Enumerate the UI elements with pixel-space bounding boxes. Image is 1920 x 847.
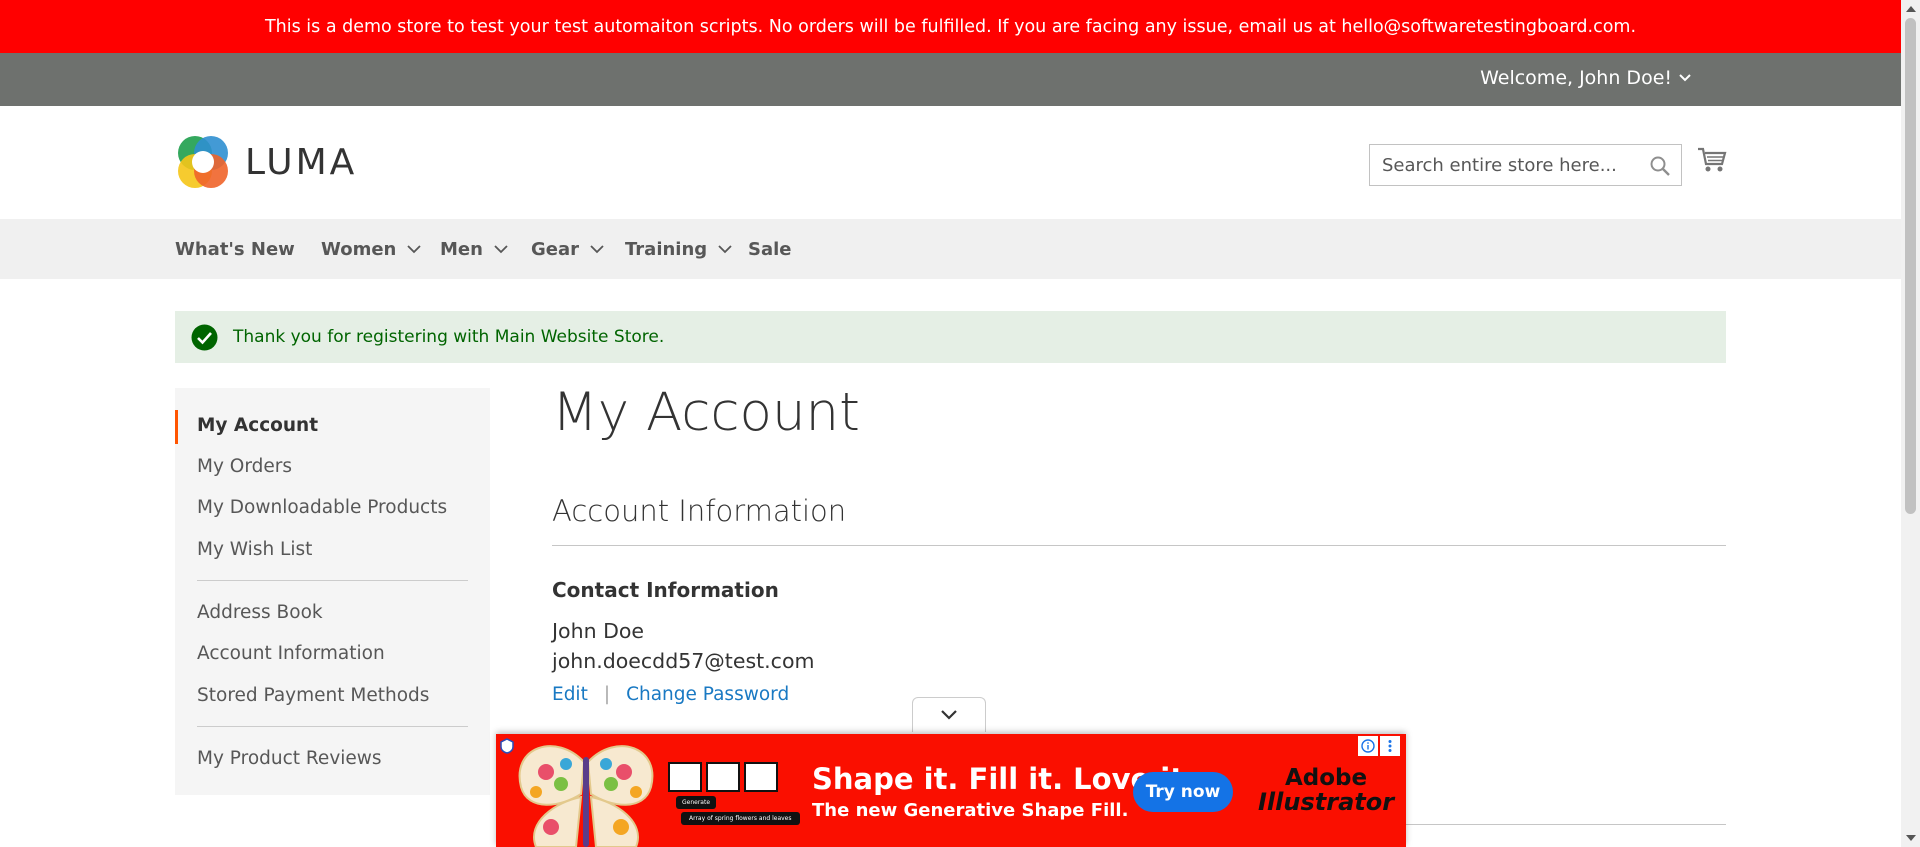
edit-link[interactable]: Edit [552, 684, 588, 705]
contact-name: John Doe [552, 619, 645, 643]
ad-thumbnails [668, 762, 778, 792]
success-message: Thank you for registering with Main Webs… [175, 311, 1726, 363]
cart-link[interactable] [1697, 146, 1727, 178]
sidebar-item-my-wish-list[interactable]: My Wish List [197, 539, 312, 560]
checkmark-circle-icon [191, 324, 218, 350]
store-logo[interactable]: LUMA [175, 133, 357, 191]
scroll-down-arrow-icon[interactable] [1906, 835, 1916, 841]
main-navigation: What's New Women Men Gear Training Sale [0, 219, 1901, 279]
sidebar-item-my-orders[interactable]: My Orders [197, 456, 292, 477]
nav-item-label: Training [625, 238, 708, 260]
nav-item-label: Women [321, 238, 397, 260]
demo-notice-text: This is a demo store to test your test a… [264, 16, 1637, 37]
search-input[interactable] [1370, 145, 1681, 185]
ad-thumbnail [668, 762, 702, 792]
panel-header: Welcome, John Doe! [0, 53, 1901, 106]
sidebar-item-address-book[interactable]: Address Book [197, 602, 323, 623]
nav-item-training[interactable]: Training [625, 219, 733, 279]
search-box [1369, 144, 1682, 186]
nav-item-whats-new[interactable]: What's New [175, 219, 295, 279]
chevron-down-icon [590, 245, 604, 254]
luma-logo-icon [178, 136, 228, 188]
sidebar-divider [197, 726, 468, 727]
nav-item-label: Sale [748, 238, 792, 260]
advertisement-banner[interactable]: Generate Array of spring flowers and lea… [496, 734, 1406, 847]
shopping-cart-icon [1698, 147, 1727, 172]
ad-brand-line1: Adobe [1284, 765, 1368, 791]
welcome-text: Welcome, John Doe! [1480, 67, 1672, 89]
butterfly-illustration-icon [518, 745, 654, 847]
section-title: Account Information [552, 494, 847, 528]
chevron-down-icon [407, 245, 421, 254]
ad-choices[interactable] [1358, 736, 1400, 756]
change-password-link[interactable]: Change Password [626, 684, 789, 705]
ad-subline: The new Generative Shape Fill. [812, 800, 1129, 821]
sidebar-item-stored-payment-methods[interactable]: Stored Payment Methods [197, 685, 429, 706]
nav-item-sale[interactable]: Sale [748, 219, 792, 279]
contact-info-title: Contact Information [552, 578, 779, 602]
chevron-down-icon [1679, 74, 1691, 82]
action-separator: | [603, 684, 611, 705]
nav-item-men[interactable]: Men [440, 219, 509, 279]
scrollbar-thumb[interactable] [1905, 18, 1916, 514]
ad-badge-icon [500, 738, 514, 758]
demo-notice-bar: This is a demo store to test your test a… [0, 0, 1901, 53]
section-divider-bottom [1406, 824, 1726, 825]
logo-text: LUMA [245, 141, 358, 183]
sidebar-item-account-information[interactable]: Account Information [197, 643, 385, 664]
sidebar-item-my-account[interactable]: My Account [197, 415, 318, 436]
chevron-down-icon [718, 245, 732, 254]
ad-thumbnail [706, 762, 740, 792]
ad-try-now-button[interactable]: Try now [1133, 772, 1233, 812]
chevron-down-icon [494, 245, 508, 254]
active-indicator [175, 410, 178, 444]
contact-email: john.doecdd57@test.com [552, 649, 815, 673]
account-sidebar: My Account My Orders My Downloadable Pro… [175, 388, 490, 795]
contact-actions: Edit | Change Password [552, 684, 789, 705]
ad-generate-tag: Generate [676, 796, 717, 809]
nav-item-label: Men [440, 238, 483, 260]
vertical-scrollbar[interactable] [1901, 0, 1920, 847]
nav-item-label: What's New [175, 238, 295, 260]
info-icon[interactable] [1358, 736, 1378, 756]
ad-prompt-tag: Array of spring flowers and leaves [681, 812, 800, 825]
search-icon[interactable] [1649, 155, 1671, 177]
ad-thumbnail [744, 762, 778, 792]
section-divider [552, 545, 1726, 546]
chevron-down-icon [941, 710, 957, 720]
success-message-text: Thank you for registering with Main Webs… [233, 327, 665, 347]
sidebar-divider [197, 580, 468, 581]
scroll-up-arrow-icon[interactable] [1906, 6, 1916, 12]
customer-welcome-menu[interactable]: Welcome, John Doe! [1480, 67, 1692, 89]
sidebar-item-my-product-reviews[interactable]: My Product Reviews [197, 748, 382, 769]
nav-item-gear[interactable]: Gear [531, 219, 605, 279]
nav-item-women[interactable]: Women [321, 219, 422, 279]
ad-collapse-toggle[interactable] [912, 697, 986, 732]
nav-item-label: Gear [531, 238, 580, 260]
ad-brand-logo: Adobe Illustrator [1258, 766, 1394, 814]
more-options-icon[interactable] [1380, 736, 1400, 756]
sidebar-item-my-downloadable-products[interactable]: My Downloadable Products [197, 497, 447, 518]
page-title: My Account [552, 382, 860, 443]
ad-brand-line2: Illustrator [1258, 788, 1395, 816]
